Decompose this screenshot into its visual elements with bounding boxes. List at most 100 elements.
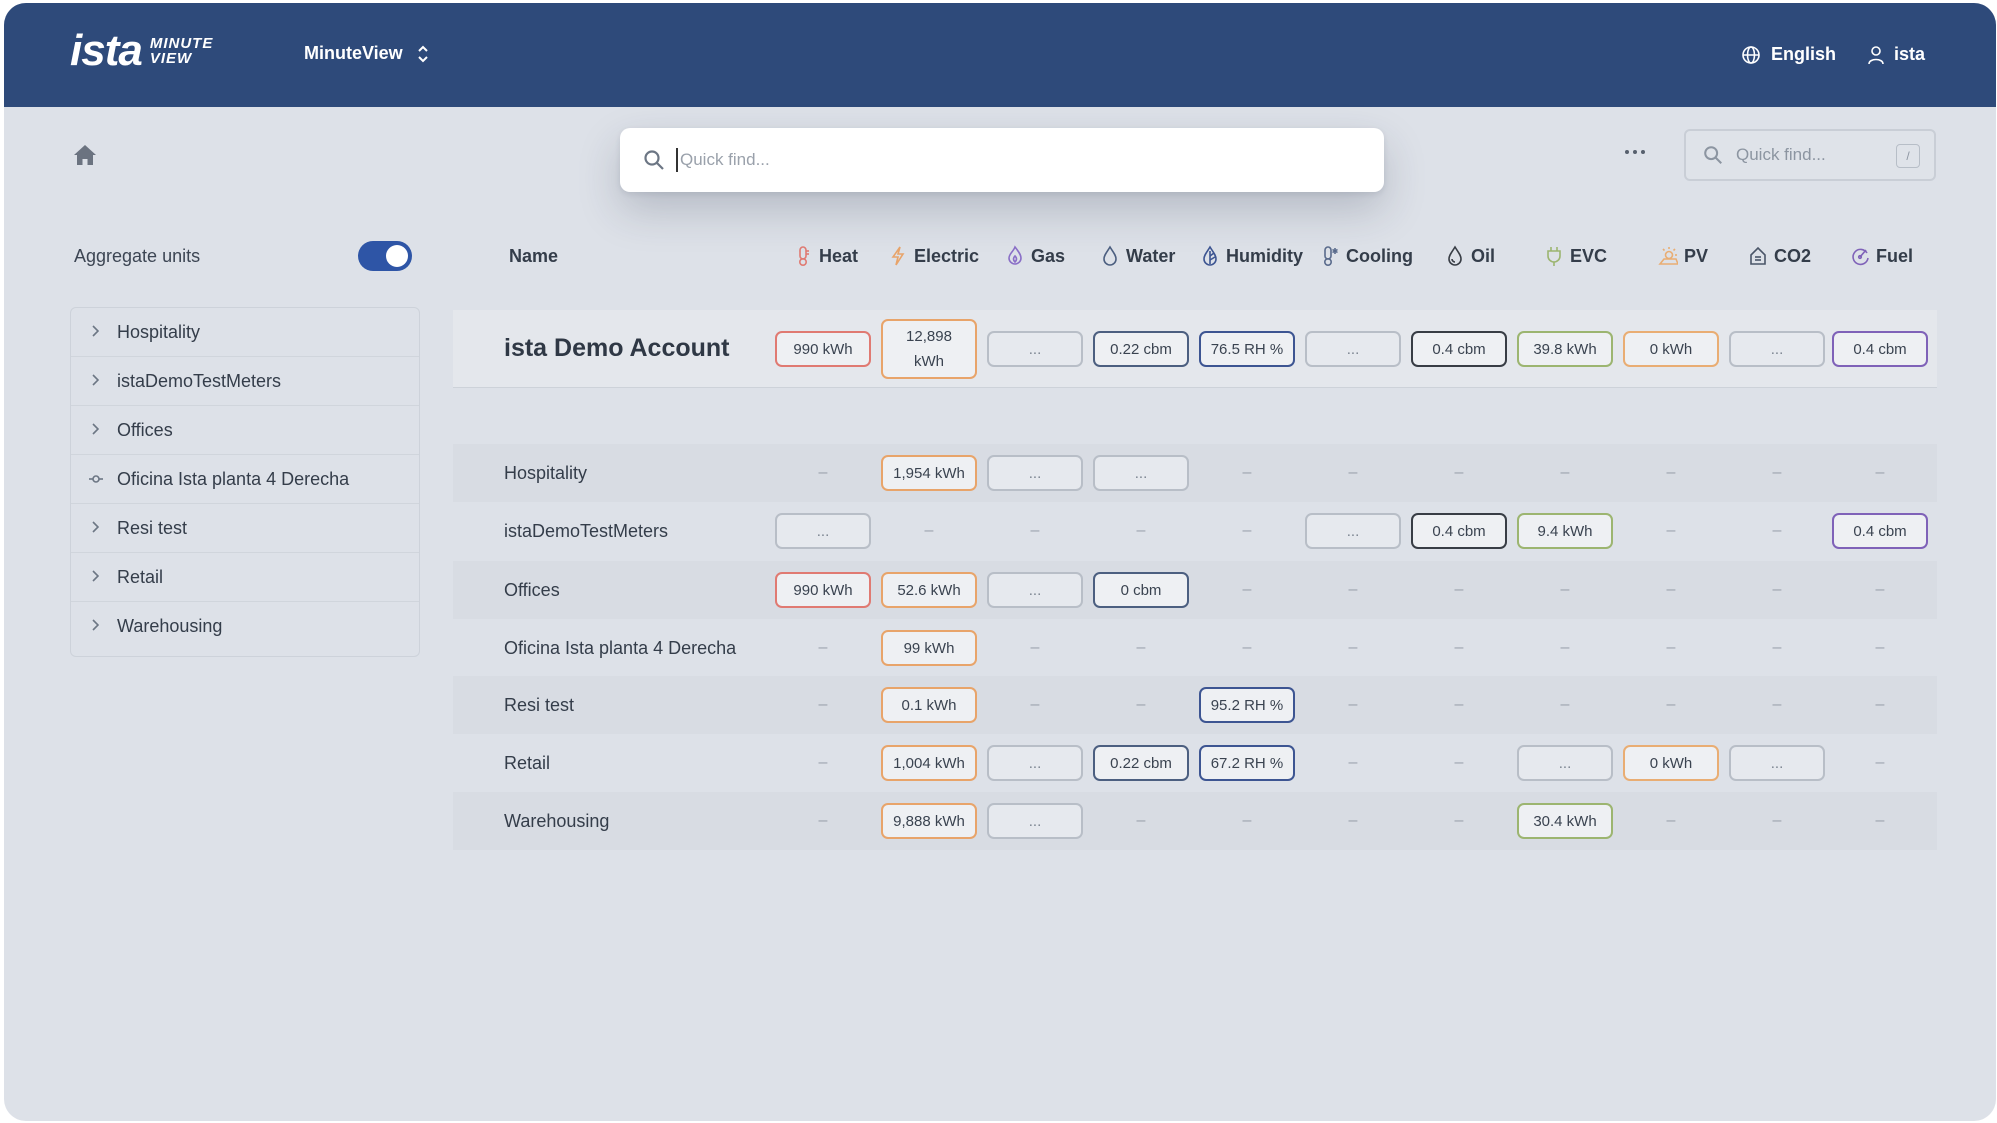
- column-header-fuel[interactable]: Fuel: [1850, 241, 1913, 271]
- value-pill[interactable]: 99 kWh: [881, 630, 977, 666]
- loading-value-pill[interactable]: ...: [775, 513, 871, 549]
- no-data-dash: –: [1772, 522, 1782, 539]
- loading-value-pill[interactable]: ...: [987, 803, 1083, 839]
- no-data-dash: –: [1242, 464, 1252, 481]
- table-row[interactable]: Warehousing – 9,888 kWh... – – – – 30.4 kWh – – –: [453, 792, 1937, 850]
- value-cell-cooling: –: [1305, 803, 1401, 839]
- loading-value-pill[interactable]: ...: [987, 455, 1083, 491]
- home-icon[interactable]: [72, 143, 98, 167]
- value-pill[interactable]: 39.8 kWh: [1517, 331, 1613, 367]
- table-row[interactable]: istaDemoTestMeters... – – – –... 0.4 cbm 9.4 k…: [453, 502, 1937, 560]
- value-pill[interactable]: 0.22 cbm: [1093, 331, 1189, 367]
- column-header-water[interactable]: Water: [1100, 241, 1175, 271]
- value-pill[interactable]: 30.4 kWh: [1517, 803, 1613, 839]
- column-header-evc[interactable]: EVC: [1544, 241, 1607, 271]
- ista-logo[interactable]: ista MINUTE VIEW: [70, 29, 213, 73]
- tree-item[interactable]: istaDemoTestMeters: [71, 357, 419, 406]
- oil-drop-icon: [1448, 245, 1462, 266]
- quick-find-search-box[interactable]: Quick find... /: [1684, 129, 1936, 181]
- value-pill[interactable]: 0.4 cbm: [1411, 513, 1507, 549]
- value-cell-oil: –: [1411, 687, 1507, 723]
- column-header-electric[interactable]: Electric: [888, 241, 979, 271]
- tree-item[interactable]: Warehousing: [71, 602, 419, 651]
- user-menu[interactable]: ista: [1867, 44, 1925, 65]
- tree-item-label: Warehousing: [117, 616, 223, 636]
- language-selector[interactable]: English: [1741, 44, 1836, 65]
- value-pill[interactable]: 9,888 kWh: [881, 803, 977, 839]
- tree-item[interactable]: Offices: [71, 406, 419, 455]
- loading-value-pill[interactable]: ...: [1305, 331, 1401, 367]
- no-data-dash: –: [1242, 639, 1252, 656]
- column-header-co2[interactable]: CO2: [1748, 241, 1811, 271]
- value-cell-water: –: [1093, 513, 1189, 549]
- value-pill[interactable]: 52.6 kWh: [881, 572, 977, 608]
- value-pill[interactable]: 67.2 RH %: [1199, 745, 1295, 781]
- loading-value-pill[interactable]: ...: [987, 572, 1083, 608]
- value-cell-fuel: –: [1832, 803, 1928, 839]
- app-switcher[interactable]: MinuteView: [304, 43, 429, 64]
- column-header-heat[interactable]: Heat: [793, 241, 858, 271]
- loading-value-pill[interactable]: ...: [1729, 331, 1825, 367]
- value-cell-cooling: –: [1305, 572, 1401, 608]
- chevron-right-icon[interactable]: [89, 569, 101, 586]
- loading-value-pill[interactable]: ...: [1729, 745, 1825, 781]
- tree-item[interactable]: Hospitality: [71, 308, 419, 357]
- value-pill[interactable]: 0.1 kWh: [881, 687, 977, 723]
- more-options-button[interactable]: [1617, 139, 1653, 165]
- loading-value-pill[interactable]: ...: [1517, 745, 1613, 781]
- no-data-dash: –: [1666, 464, 1676, 481]
- value-pill[interactable]: 0.4 cbm: [1832, 331, 1928, 367]
- aggregate-units-toggle[interactable]: [358, 241, 412, 271]
- table-row[interactable]: Oficina Ista planta 4 Derecha – 99 kWh – – – –…: [453, 619, 1937, 677]
- house-icon: [1750, 246, 1766, 265]
- value-cell-heat: 990 kWh: [775, 331, 871, 367]
- table-row[interactable]: Offices 990 kWh 52.6 kWh... 0 cbm – – – – – – –: [453, 561, 1937, 619]
- value-pill[interactable]: 0 cbm: [1093, 572, 1189, 608]
- table-row[interactable]: Resi test – 0.1 kWh – – 95.2 RH % – – – – – –: [453, 676, 1937, 734]
- tree-item[interactable]: Resi test: [71, 504, 419, 553]
- no-data-dash: –: [818, 464, 828, 481]
- tree-item[interactable]: Retail: [71, 553, 419, 602]
- value-pill[interactable]: 12,898 kWh: [881, 319, 977, 379]
- value-pill[interactable]: 0 kWh: [1623, 745, 1719, 781]
- value-pill[interactable]: 0.4 cbm: [1411, 331, 1507, 367]
- column-header-oil[interactable]: Oil: [1445, 241, 1495, 271]
- loading-value-pill[interactable]: ...: [987, 331, 1083, 367]
- chevron-right-icon[interactable]: [89, 324, 101, 341]
- column-header-humidity[interactable]: Humidity: [1200, 241, 1303, 271]
- column-header-cooling[interactable]: Cooling: [1320, 241, 1413, 271]
- no-data-dash: –: [1772, 812, 1782, 829]
- node-icon[interactable]: [89, 471, 103, 488]
- chevron-right-icon[interactable]: [89, 618, 101, 635]
- value-pill[interactable]: 76.5 RH %: [1199, 331, 1295, 367]
- table-row[interactable]: Hospitality – 1,954 kWh...... – – – – – – –: [453, 444, 1937, 502]
- loading-value-pill[interactable]: ...: [987, 745, 1083, 781]
- column-header-label: Gas: [1031, 245, 1066, 266]
- account-summary-row[interactable]: ista Demo Account 990 kWh 12,898 kWh... 0.…: [453, 310, 1937, 388]
- value-pill[interactable]: 95.2 RH %: [1199, 687, 1295, 723]
- loading-value-pill[interactable]: ...: [1093, 455, 1189, 491]
- value-cell-oil: –: [1411, 745, 1507, 781]
- column-header-gas[interactable]: Gas: [1005, 241, 1065, 271]
- chevron-right-icon[interactable]: [89, 520, 101, 537]
- quick-find-dialog: [620, 128, 1384, 192]
- column-header-name[interactable]: Name: [509, 241, 558, 271]
- value-pill[interactable]: 990 kWh: [775, 331, 871, 367]
- tree-item[interactable]: Oficina Ista planta 4 Derecha: [71, 455, 419, 504]
- chevron-right-icon[interactable]: [89, 373, 101, 390]
- value-pill[interactable]: 0 kWh: [1623, 331, 1719, 367]
- value-pill[interactable]: 1,954 kWh: [881, 455, 977, 491]
- row-name: Resi test: [504, 695, 575, 715]
- quick-find-input[interactable]: [676, 148, 1366, 172]
- user-name: ista: [1894, 44, 1926, 64]
- value-cell-gas: –: [987, 687, 1083, 723]
- chevron-right-icon[interactable]: [89, 422, 101, 439]
- value-pill[interactable]: 9.4 kWh: [1517, 513, 1613, 549]
- value-pill[interactable]: 1,004 kWh: [881, 745, 977, 781]
- column-header-pv[interactable]: PV: [1658, 241, 1708, 271]
- table-row[interactable]: Retail – 1,004 kWh... 0.22 cbm 67.2 RH % – –..…: [453, 734, 1937, 792]
- value-pill[interactable]: 0.22 cbm: [1093, 745, 1189, 781]
- value-pill[interactable]: 990 kWh: [775, 572, 871, 608]
- value-pill[interactable]: 0.4 cbm: [1832, 513, 1928, 549]
- loading-value-pill[interactable]: ...: [1305, 513, 1401, 549]
